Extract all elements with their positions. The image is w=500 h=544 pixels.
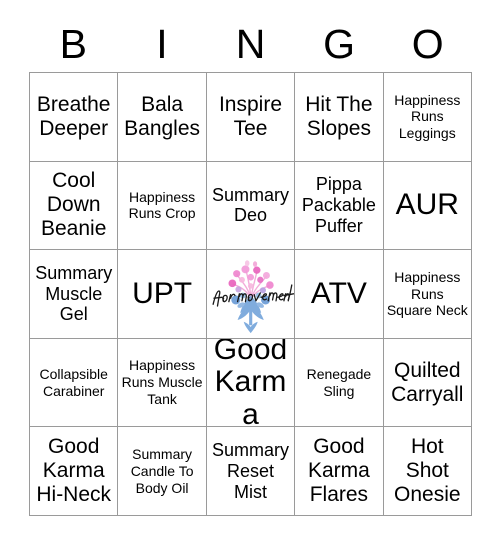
bingo-cell-b3[interactable]: Summary Muscle Gel xyxy=(30,250,119,339)
bingo-cell-n5[interactable]: Summary Reset Mist xyxy=(206,427,296,516)
bingo-cell-o1[interactable]: Happiness Runs Leggings xyxy=(383,73,472,162)
bingo-cell-b5[interactable]: Good Karma Hi-Neck xyxy=(30,427,119,516)
bingo-cell-label: Inspire Tee xyxy=(218,92,282,140)
bingo-cell-label: Hit The Slopes xyxy=(305,92,373,140)
bingo-header: B I N G O xyxy=(29,18,472,70)
for-movement-floral-logo xyxy=(207,250,294,338)
bingo-cell-i4[interactable]: Happiness Runs Muscle Tank xyxy=(118,338,207,428)
bingo-cell-label: Bala Bangles xyxy=(124,92,201,140)
bingo-cell-label: ATV xyxy=(310,276,367,310)
bingo-cell-i2[interactable]: Happiness Runs Crop xyxy=(118,161,207,251)
bingo-cell-label: Good Karma xyxy=(213,338,288,428)
bingo-cell-label: Hot Shot Onesie xyxy=(394,435,461,507)
bingo-cell-g2[interactable]: Pippa Packable Puffer xyxy=(295,161,384,251)
bingo-cell-label: Happiness Runs Square Neck xyxy=(386,268,468,319)
bingo-cell-g4[interactable]: Renegade Sling xyxy=(295,338,384,428)
bingo-cell-label: Cool Down Beanie xyxy=(41,169,107,241)
bingo-cell-label: Happiness Runs Leggings xyxy=(394,91,461,142)
bingo-cell-o2[interactable]: AUR xyxy=(383,161,472,251)
bingo-cell-label: Summary Muscle Gel xyxy=(35,262,113,325)
bingo-cell-label: Breathe Deeper xyxy=(36,92,111,140)
bingo-cell-g5[interactable]: Good Karma Flares xyxy=(295,427,384,516)
bingo-cell-b2[interactable]: Cool Down Beanie xyxy=(30,161,119,251)
bingo-cell-label: Collapsible Carabiner xyxy=(39,365,108,399)
header-letter-g: G xyxy=(323,20,356,67)
bingo-cell-g1[interactable]: Hit The Slopes xyxy=(295,73,384,162)
bingo-cell-label: Summary Deo xyxy=(211,184,289,226)
bingo-cell-label: Renegade Sling xyxy=(306,365,372,399)
bingo-cell-label: Summary Reset Mist xyxy=(211,439,289,502)
header-letter-o: O xyxy=(411,20,444,67)
bingo-cell-o5[interactable]: Hot Shot Onesie xyxy=(383,427,472,516)
bingo-cell-label: Happiness Runs Crop xyxy=(128,188,196,222)
header-letter-b: B xyxy=(59,20,87,67)
header-letter-n: N xyxy=(235,20,266,67)
bingo-cell-i3[interactable]: UPT xyxy=(118,250,207,339)
bingo-cell-n1[interactable]: Inspire Tee xyxy=(206,73,296,162)
bingo-cell-n2[interactable]: Summary Deo xyxy=(206,161,296,251)
bingo-cell-label: Summary Candle To Body Oil xyxy=(130,445,194,496)
bingo-cell-label: Pippa Packable Puffer xyxy=(301,174,376,236)
bingo-cell-label: UPT xyxy=(132,276,193,310)
bingo-cell-label: Good Karma Hi-Neck xyxy=(36,435,112,507)
bingo-cell-label: Happiness Runs Muscle Tank xyxy=(121,357,203,407)
bingo-cell-b4[interactable]: Collapsible Carabiner xyxy=(30,338,119,428)
bingo-grid: Breathe Deeper Bala Bangles Inspire Tee … xyxy=(29,72,472,516)
bingo-cell-label: AUR xyxy=(395,188,459,222)
bingo-card: B I N G O Breathe Deeper Bala Bangles In… xyxy=(0,0,500,544)
header-letter-i: I xyxy=(156,20,168,67)
bingo-cell-o4[interactable]: Quilted Carryall xyxy=(383,338,472,428)
bingo-cell-o3[interactable]: Happiness Runs Square Neck xyxy=(383,250,472,339)
bingo-cell-label: Quilted Carryall xyxy=(391,358,464,406)
bingo-cell-n4[interactable]: Good Karma xyxy=(206,338,296,428)
bingo-cell-i5[interactable]: Summary Candle To Body Oil xyxy=(118,427,207,516)
bingo-cell-i1[interactable]: Bala Bangles xyxy=(118,73,207,162)
bingo-cell-free-space[interactable] xyxy=(206,250,296,339)
bingo-cell-g3[interactable]: ATV xyxy=(295,250,384,339)
bingo-cell-label: Good Karma Flares xyxy=(307,435,370,507)
bingo-cell-b1[interactable]: Breathe Deeper xyxy=(30,73,119,162)
